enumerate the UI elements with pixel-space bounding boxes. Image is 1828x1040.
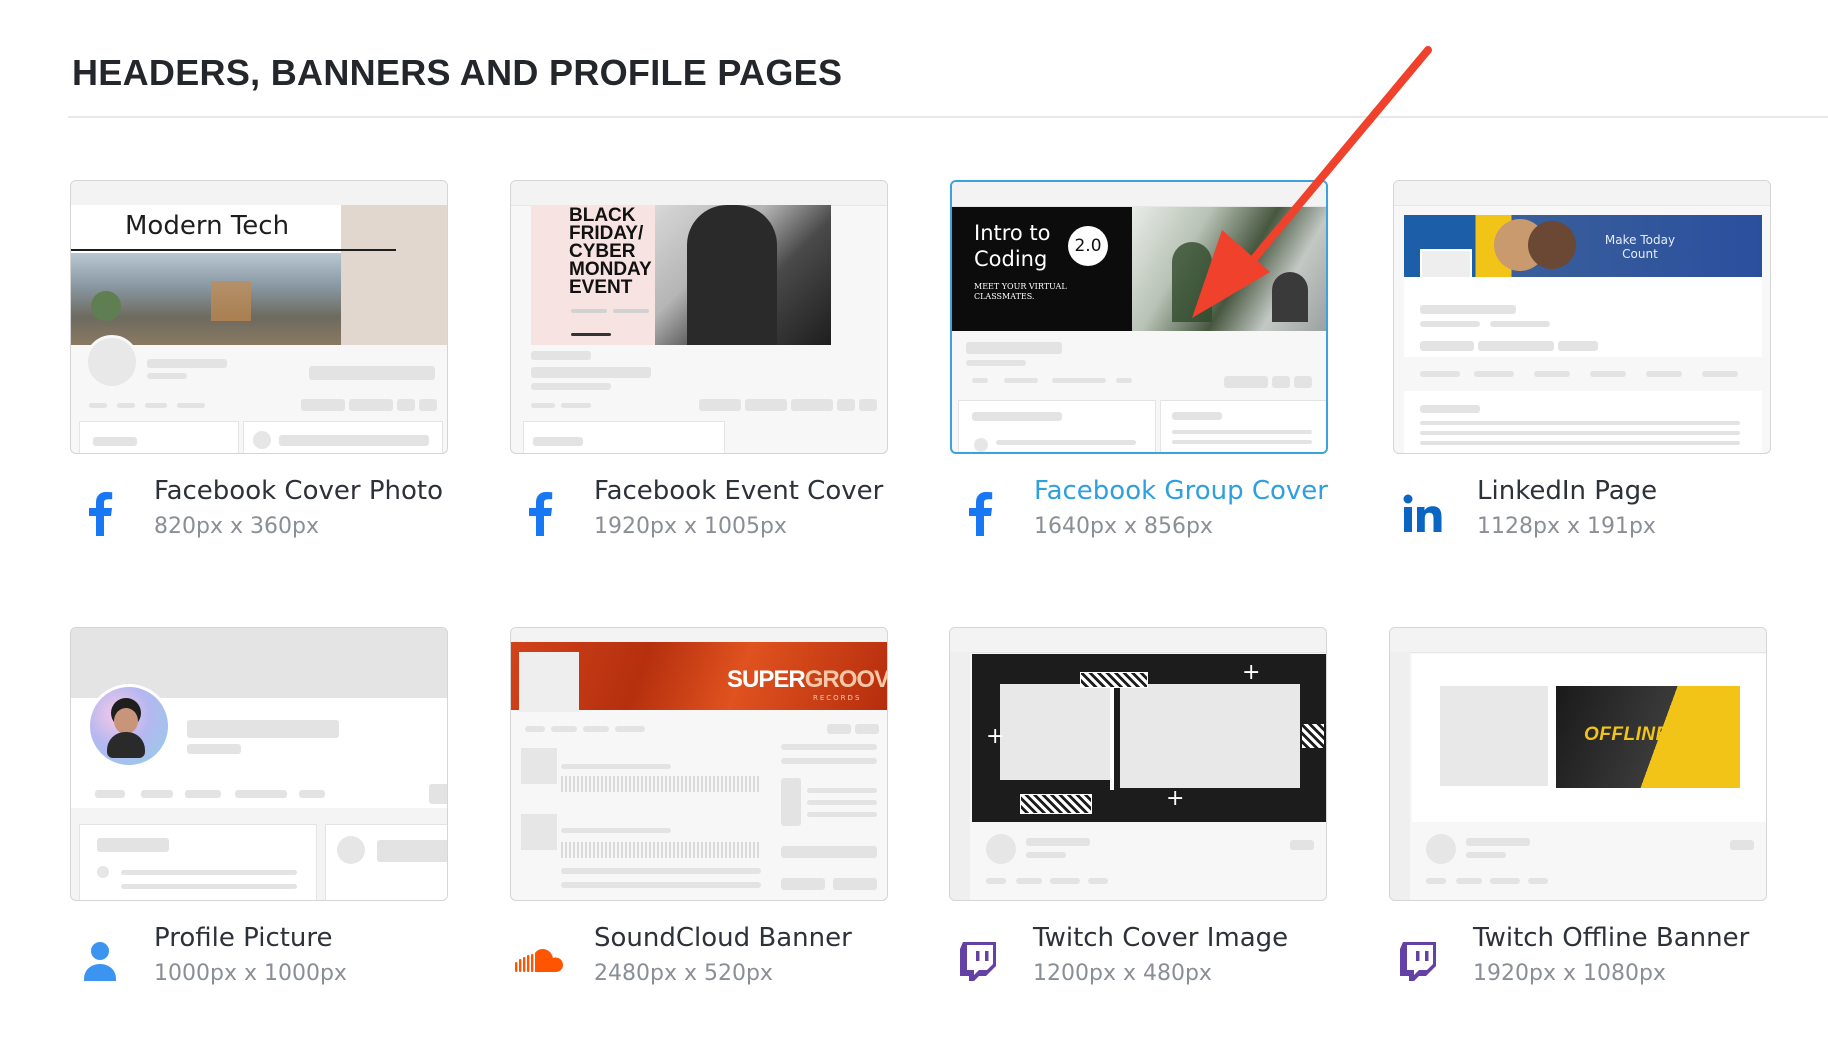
template-thumbnail: SUPERGROOVE RECORDS — [510, 627, 888, 901]
template-card-soundcloud-banner[interactable]: SUPERGROOVE RECORDS SoundCloud Banner 24… — [510, 627, 890, 1003]
card-size: 1128px x 191px — [1477, 514, 1656, 539]
card-size: 2480px x 520px — [594, 961, 773, 986]
template-thumbnail — [70, 627, 448, 901]
user-icon — [70, 931, 130, 991]
card-size: 820px x 360px — [154, 514, 319, 539]
card-title: SoundCloud Banner — [594, 923, 852, 953]
card-title: Profile Picture — [154, 923, 333, 953]
section-title: HEADERS, BANNERS AND PROFILE PAGES — [72, 52, 843, 93]
twitch-icon — [1389, 931, 1449, 991]
card-title: Facebook Cover Photo — [154, 476, 443, 506]
template-card-facebook-cover-photo[interactable]: Modern Tech Facebook Cover Photo 820px x… — [70, 180, 450, 556]
facebook-icon — [950, 484, 1010, 544]
template-thumbnail: Modern Tech — [70, 180, 448, 454]
linkedin-icon — [1393, 484, 1453, 544]
template-thumbnail: OFFLINE — [1389, 627, 1767, 901]
template-card-twitch-offline-banner[interactable]: OFFLINE Twitch Offline Banner 1920px x 1… — [1389, 627, 1769, 1003]
card-size: 1920px x 1080px — [1473, 961, 1666, 986]
card-title: Facebook Event Cover — [594, 476, 884, 506]
card-size: 1200px x 480px — [1033, 961, 1212, 986]
template-thumbnail: Intro to Coding 2.0 MEET YOUR VIRTUAL CL… — [950, 180, 1328, 454]
card-title: Twitch Offline Banner — [1473, 923, 1750, 953]
preview-headline: Intro to Coding — [974, 221, 1051, 271]
preview-headline: Modern Tech — [125, 211, 290, 241]
version-badge: 2.0 — [1068, 226, 1108, 266]
template-card-facebook-event-cover[interactable]: BLACK FRIDAY/ CYBER MONDAY EVENT Faceboo… — [510, 180, 890, 556]
preview-tagline: Make Today Count — [1604, 233, 1676, 261]
template-card-facebook-group-cover[interactable]: Intro to Coding 2.0 MEET YOUR VIRTUAL CL… — [950, 180, 1330, 556]
soundcloud-icon — [510, 931, 570, 991]
template-thumbnail: + + + — [949, 627, 1327, 901]
card-size: 1920px x 1005px — [594, 514, 787, 539]
facebook-icon — [510, 484, 570, 544]
card-title: Twitch Cover Image — [1033, 923, 1289, 953]
template-thumbnail: Make Today Count — [1393, 180, 1771, 454]
section-divider — [68, 116, 1828, 118]
card-size: 1000px x 1000px — [154, 961, 347, 986]
template-card-linkedin-page[interactable]: Make Today Count LinkedIn Page 1128px x … — [1393, 180, 1773, 556]
template-card-twitch-cover-image[interactable]: + + + Twitch Cover Image 1200px x 480px — [949, 627, 1329, 1003]
card-size: 1640px x 856px — [1034, 514, 1213, 539]
template-card-profile-picture[interactable]: Profile Picture 1000px x 1000px — [70, 627, 450, 1003]
facebook-icon — [70, 484, 130, 544]
template-thumbnail: BLACK FRIDAY/ CYBER MONDAY EVENT — [510, 180, 888, 454]
preview-headline: BLACK FRIDAY/ CYBER MONDAY EVENT — [569, 205, 652, 298]
card-title: LinkedIn Page — [1477, 476, 1658, 506]
twitch-icon — [949, 931, 1009, 991]
card-title: Facebook Group Cover — [1034, 476, 1328, 506]
preview-brand: SUPERGROOVE — [727, 666, 888, 693]
preview-subline: MEET YOUR VIRTUAL CLASSMATES. — [974, 282, 1067, 301]
preview-offline-label: OFFLINE — [1584, 724, 1669, 745]
